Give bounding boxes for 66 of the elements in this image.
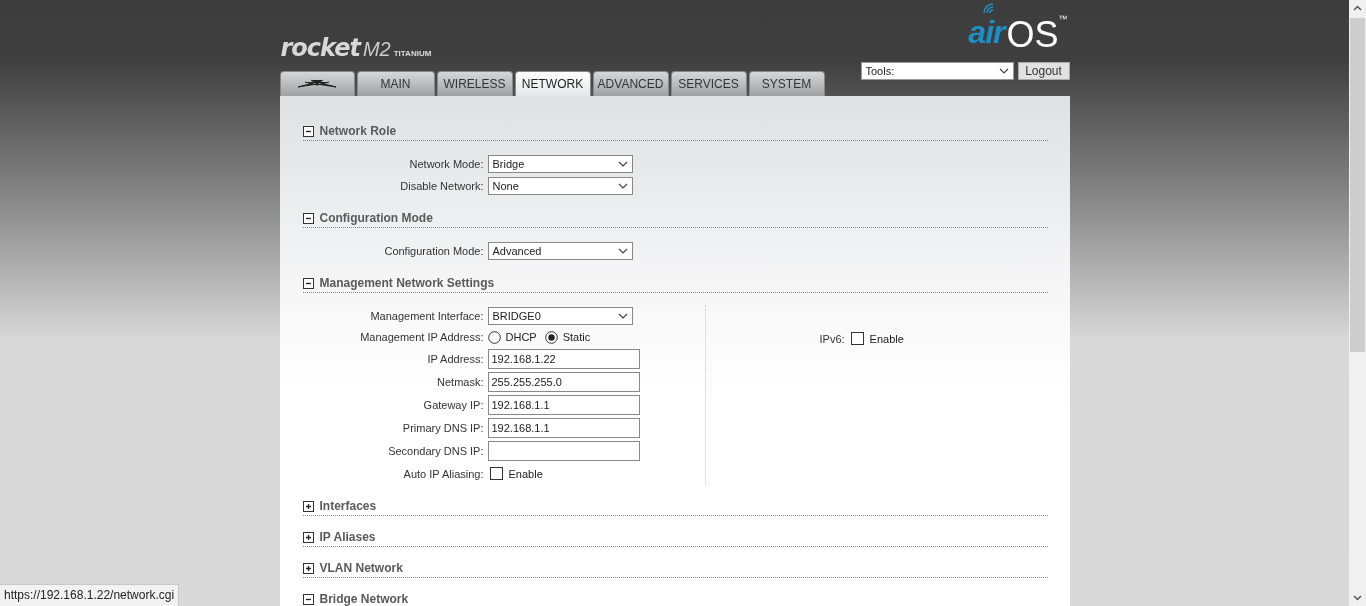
checkbox[interactable] (850, 332, 864, 345)
home-tab[interactable] (279, 71, 355, 96)
tools-dropdown[interactable]: Tools: (860, 62, 1014, 80)
section-title: Bridge Network (319, 592, 409, 606)
scrollbar-thumb[interactable] (1350, 18, 1365, 352)
dropdown[interactable]: None (487, 177, 633, 195)
collapse-icon[interactable] (302, 593, 314, 605)
collapse-icon[interactable] (302, 212, 314, 224)
checkbox-label: Enable (869, 332, 904, 345)
brand-name: OS (1006, 14, 1059, 56)
section-title: Network Role (319, 124, 397, 138)
field-label: Management IP Address: (359, 331, 484, 343)
section-title: IP Aliases (319, 530, 376, 544)
checkbox[interactable] (489, 467, 503, 480)
brand-logo: air (968, 14, 1005, 51)
caret-icon (617, 183, 628, 189)
section-title: Configuration Mode (319, 211, 433, 225)
radio-label: Static (562, 331, 591, 343)
status-url: https://192.168.1.22/network.cgi (0, 584, 180, 606)
section-title: VLAN Network (319, 561, 403, 575)
field-label: Auto IP Aliasing: (402, 467, 484, 480)
radio-button[interactable] (544, 330, 558, 344)
checkbox-label: Enable (508, 467, 543, 480)
dropdown[interactable]: Advanced (487, 242, 633, 260)
field-label: IP Address: (426, 352, 484, 365)
caret-icon (617, 248, 628, 254)
logo-icon (297, 79, 337, 89)
radio-label: DHCP (505, 331, 537, 343)
input-field[interactable] (487, 440, 640, 461)
product-edition: TITANIUM (393, 49, 432, 58)
nav-tab[interactable]: WIRELESS (436, 71, 513, 96)
input-field[interactable]: 192.168.1.1 (487, 417, 640, 438)
dropdown[interactable]: BRIDGE0 (487, 307, 633, 325)
field-label: Primary DNS IP: (401, 421, 484, 434)
logout-button[interactable]: Logout (1017, 62, 1070, 80)
nav-tab[interactable]: SERVICES (670, 71, 747, 96)
input-field[interactable]: 192.168.1.1 (487, 394, 640, 415)
expand-icon[interactable] (302, 562, 314, 574)
caret-icon (617, 313, 628, 319)
field-label: Secondary DNS IP: (387, 444, 484, 457)
field-label: Management Interface: (369, 310, 484, 322)
expand-icon[interactable] (302, 531, 314, 543)
nav-tab[interactable]: SYSTEM (748, 71, 825, 96)
radio-button[interactable] (487, 330, 501, 344)
section-title: Management Network Settings (319, 276, 495, 290)
field-label: IPv6: (819, 332, 845, 345)
field-label: Configuration Mode: (383, 245, 484, 257)
product-logo: rocket (280, 38, 360, 58)
field-label: Disable Network: (399, 180, 484, 192)
field-label: Gateway IP: (422, 398, 484, 411)
collapse-icon[interactable] (302, 277, 314, 289)
dropdown[interactable]: Bridge (487, 155, 633, 173)
nav-tab[interactable]: MAIN (356, 71, 435, 96)
input-field[interactable]: 255.255.255.0 (487, 371, 640, 392)
nav-tab[interactable]: ADVANCED (592, 71, 669, 96)
collapse-icon[interactable] (302, 125, 314, 137)
product-model: M2 (362, 39, 391, 59)
trademark: ™ (1058, 14, 1068, 24)
field-label: Netmask: (436, 375, 484, 388)
input-field[interactable]: 192.168.1.22 (487, 348, 640, 369)
expand-icon[interactable] (302, 500, 314, 512)
field-label: Network Mode: (408, 158, 484, 170)
section-title: Interfaces (319, 499, 377, 513)
nav-tab[interactable]: NETWORK (514, 71, 591, 96)
caret-icon (617, 161, 628, 167)
caret-icon (998, 68, 1009, 74)
